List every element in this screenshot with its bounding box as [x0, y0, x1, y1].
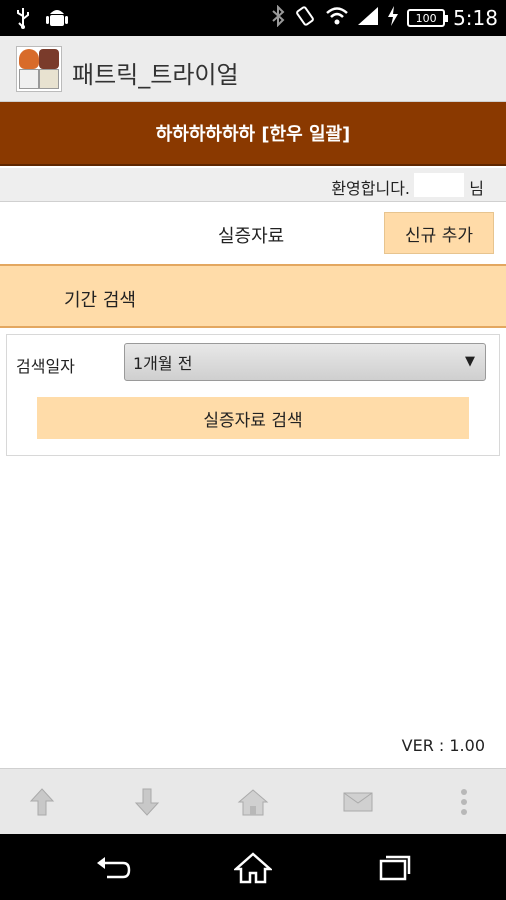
download-icon[interactable]: [130, 785, 164, 819]
back-icon[interactable]: [93, 851, 133, 885]
status-bar: 100 5:18: [0, 0, 506, 36]
user-name-field: [414, 173, 464, 197]
bluetooth-icon: [271, 4, 285, 31]
farm-banner: 하하하하하하 [한우 일괄]: [0, 102, 506, 166]
search-date-select[interactable]: 1개월 전 ▼: [124, 343, 486, 381]
usb-icon: [14, 7, 32, 33]
action-bar: 패트릭_트라이얼: [0, 36, 506, 102]
recent-apps-icon[interactable]: [374, 851, 414, 885]
battery-indicator: 100: [407, 9, 449, 27]
wifi-icon: [325, 6, 349, 30]
welcome-bar: 환영합니다. 님: [0, 168, 506, 202]
welcome-suffix: 님: [469, 179, 484, 198]
search-button[interactable]: 실증자료 검색: [37, 397, 469, 439]
upload-icon[interactable]: [25, 785, 59, 819]
android-icon: [46, 7, 68, 33]
charging-icon: [387, 6, 399, 30]
vibrate-icon: [293, 5, 317, 31]
app-logo-icon: [16, 46, 62, 92]
search-date-value: 1개월 전: [133, 354, 193, 373]
signal-icon: [357, 6, 379, 30]
home-icon[interactable]: [236, 785, 270, 819]
add-new-button[interactable]: 신규 추가: [384, 212, 494, 254]
home-icon[interactable]: [233, 851, 273, 885]
mail-icon[interactable]: [341, 785, 375, 819]
clock: 5:18: [453, 6, 498, 30]
search-date-label: 검색일자: [16, 357, 75, 376]
bottom-toolbar: [0, 768, 506, 834]
welcome-text: 환영합니다.: [331, 179, 410, 198]
version-label: VER : 1.00: [401, 736, 485, 755]
page-title: 실증자료: [218, 226, 285, 247]
system-nav-bar: [0, 834, 506, 900]
period-search-label: 기간 검색: [64, 290, 136, 311]
dropdown-arrow-icon: ▼: [465, 354, 475, 369]
more-icon[interactable]: [447, 785, 481, 819]
search-panel: 검색일자 1개월 전 ▼ 실증자료 검색: [6, 334, 500, 456]
period-search-header[interactable]: 기간 검색: [0, 264, 506, 328]
app-title: 패트릭_트라이얼: [72, 61, 239, 89]
